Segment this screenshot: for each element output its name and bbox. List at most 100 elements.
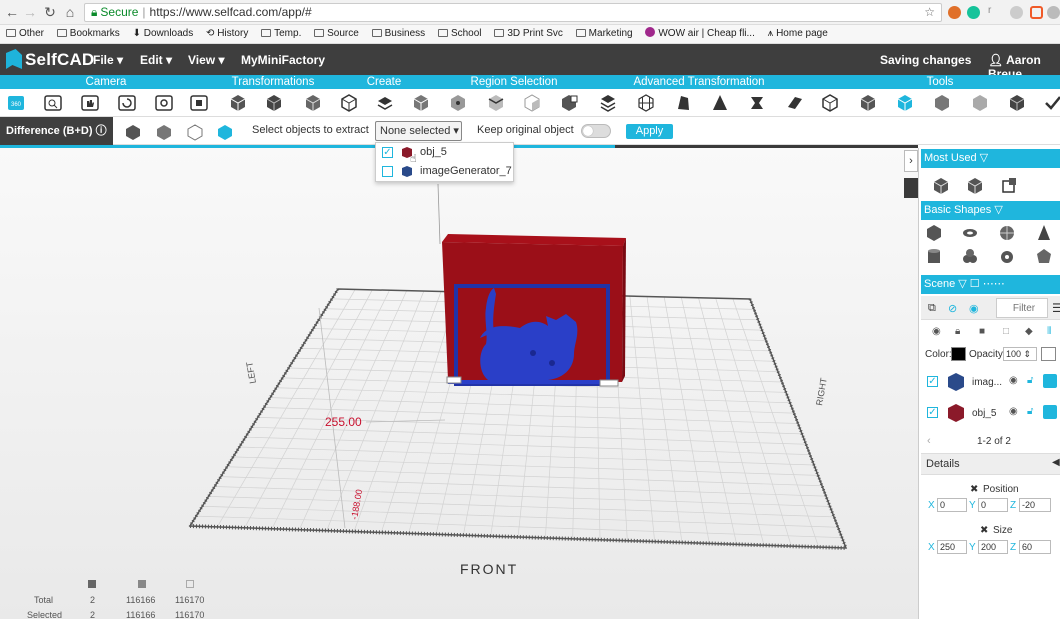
cast-icon[interactable] bbox=[1030, 6, 1043, 19]
camera-focus-icon[interactable] bbox=[154, 93, 174, 113]
square-icon[interactable]: ☐ bbox=[970, 278, 980, 290]
menu-myminifactory[interactable]: MyMiniFactory bbox=[241, 53, 325, 67]
region-select-object-icon[interactable] bbox=[559, 93, 579, 113]
create-extrude-icon[interactable] bbox=[375, 93, 395, 113]
scene-filter-input[interactable] bbox=[996, 298, 1048, 318]
menu-file[interactable]: File ▾ bbox=[93, 53, 123, 67]
star-icon[interactable]: ☆ bbox=[924, 4, 935, 21]
chrome-ext-icon[interactable] bbox=[948, 6, 961, 19]
corner-handle-left[interactable] bbox=[446, 376, 462, 384]
basic-shapes-header[interactable]: Basic Shapes ▽ bbox=[921, 201, 1060, 220]
region-select-edge-icon[interactable] bbox=[486, 93, 506, 113]
most-used-scale-icon[interactable] bbox=[1000, 177, 1018, 195]
region-select-face-icon[interactable] bbox=[522, 93, 542, 113]
tools-subtract-icon[interactable] bbox=[858, 93, 878, 113]
category-advanced-transformation[interactable]: Advanced Transformation bbox=[626, 75, 772, 89]
sidebar-collapse-button[interactable]: › bbox=[904, 150, 918, 172]
shape-torus-icon[interactable] bbox=[961, 224, 979, 242]
tools-intersect-icon[interactable] bbox=[932, 93, 952, 113]
object-lock-icon[interactable]: 🔓︎ bbox=[1027, 375, 1033, 386]
transform-move-icon[interactable] bbox=[228, 93, 248, 113]
color-swatch[interactable] bbox=[951, 347, 966, 361]
object-name-imagegen[interactable]: imag... bbox=[972, 377, 1002, 388]
shape-spheres-icon[interactable] bbox=[961, 248, 979, 266]
show-all-icon[interactable]: ◉ bbox=[969, 302, 979, 315]
bookmark-3d-print-svc[interactable]: 3D Print Svc bbox=[494, 25, 563, 43]
camera-pan-icon[interactable] bbox=[80, 93, 100, 113]
bookmark-source[interactable]: Source bbox=[314, 25, 359, 43]
region-select-vertex-icon[interactable] bbox=[448, 93, 468, 113]
size-x-input[interactable]: 250 bbox=[937, 540, 967, 554]
shape-gear-icon[interactable] bbox=[998, 248, 1016, 266]
camera-zoom-icon[interactable] bbox=[43, 93, 63, 113]
menu-lines-icon[interactable]: ☰ bbox=[1052, 301, 1060, 315]
selfcad-logo[interactable]: SelfCAD bbox=[6, 49, 94, 70]
position-x-input[interactable]: 0 bbox=[937, 498, 967, 512]
scene-header[interactable]: Scene ▽ ☐ ⋯⋯ bbox=[921, 275, 1060, 294]
shape-sphere-icon[interactable] bbox=[998, 224, 1016, 242]
advanced-taper-icon[interactable] bbox=[673, 93, 693, 113]
shape-cylinder-icon[interactable] bbox=[925, 248, 943, 266]
lock-column-icon[interactable]: 🔒︎ bbox=[955, 326, 960, 337]
bookmark-other[interactable]: Other bbox=[6, 25, 44, 43]
r-ext-icon[interactable]: r bbox=[988, 5, 996, 18]
bookmark-school[interactable]: School bbox=[437, 25, 482, 43]
position-y-input[interactable]: 0 bbox=[978, 498, 1008, 512]
info-icon[interactable]: ⓘ bbox=[96, 125, 107, 137]
shape-cube-icon[interactable] bbox=[925, 224, 943, 242]
most-used-move-icon[interactable] bbox=[966, 177, 984, 195]
transform-scale-icon[interactable] bbox=[264, 93, 284, 113]
size-y-input[interactable]: 200 bbox=[978, 540, 1008, 554]
camera-fit-icon[interactable] bbox=[189, 93, 209, 113]
home-icon[interactable]: ⌂ bbox=[62, 4, 78, 20]
boolean-mode-1-icon[interactable] bbox=[124, 123, 142, 141]
group-objects-icon[interactable]: ⧉ bbox=[928, 302, 936, 315]
back-arrow-icon[interactable]: ← bbox=[4, 4, 20, 20]
advanced-bend-icon[interactable] bbox=[785, 93, 805, 113]
image-generator-base[interactable] bbox=[448, 380, 618, 384]
reload-icon[interactable]: ↻ bbox=[42, 4, 58, 20]
advanced-cone-icon[interactable] bbox=[710, 93, 730, 113]
bookmark-temp[interactable]: Temp. bbox=[261, 25, 301, 43]
object-visibility-icon[interactable]: ◉ bbox=[1009, 406, 1018, 417]
object-checkbox-obj5[interactable]: ✓ bbox=[927, 407, 938, 418]
most-used-cube-icon[interactable] bbox=[932, 177, 950, 195]
bookmark-wow-air[interactable]: WOW air | Cheap fli... bbox=[645, 25, 755, 43]
transform-rotate-icon[interactable] bbox=[303, 93, 323, 113]
bookmark-history[interactable]: ⟲ History bbox=[206, 25, 248, 43]
forward-arrow-icon[interactable]: → bbox=[22, 4, 38, 20]
grammarly-icon[interactable] bbox=[967, 6, 980, 19]
category-tools[interactable]: Tools bbox=[910, 75, 970, 89]
wire-column-icon[interactable]: □ bbox=[1003, 326, 1009, 337]
advanced-stack-icon[interactable] bbox=[598, 93, 618, 113]
columns-column-icon[interactable]: ⦀ bbox=[1047, 326, 1051, 337]
category-transformations[interactable]: Transformations bbox=[220, 75, 326, 89]
cloud-ext-icon[interactable] bbox=[1010, 6, 1023, 19]
pager-prev-icon[interactable]: ‹ bbox=[927, 435, 931, 447]
bookmark-home-page[interactable]: ⩚ Home page bbox=[768, 25, 828, 43]
objects-dropdown[interactable]: None selected ▾ bbox=[375, 121, 462, 141]
object-checkbox-imagegen[interactable]: ✓ bbox=[927, 376, 938, 387]
bookmark-business[interactable]: Business bbox=[371, 25, 425, 43]
menu-edit[interactable]: Edit ▾ bbox=[140, 53, 172, 67]
address-bar[interactable]: 🔒︎ Secure | https://www.selfcad.com/app/# ☆ bbox=[84, 3, 942, 22]
category-region-selection[interactable]: Region Selection bbox=[462, 75, 566, 89]
bookmark-downloads[interactable]: ⬇ Downloads bbox=[133, 25, 194, 43]
tools-check-icon[interactable] bbox=[1043, 93, 1060, 113]
solid-column-icon[interactable]: ■ bbox=[979, 326, 985, 337]
object-solid-icon[interactable] bbox=[1043, 405, 1057, 419]
material-column-icon[interactable]: ◆ bbox=[1025, 326, 1033, 337]
boolean-mode-2-icon[interactable] bbox=[155, 123, 173, 141]
visibility-column-icon[interactable]: ◉ bbox=[932, 326, 941, 337]
advanced-subdivide-icon[interactable] bbox=[636, 93, 656, 113]
corner-handle-right[interactable] bbox=[599, 379, 619, 387]
checkbox-obj5[interactable]: ✓ bbox=[382, 147, 393, 158]
opacity-input[interactable]: 100 ⇕ bbox=[1003, 347, 1037, 361]
size-z-input[interactable]: 60 bbox=[1019, 540, 1051, 554]
tools-difference-icon[interactable] bbox=[895, 93, 915, 113]
checkbox-imagegenerator7[interactable] bbox=[382, 166, 393, 177]
3d-viewport[interactable]: 255.00 -188.00 LEFT RIGHT FRONT Total 2 … bbox=[0, 148, 918, 619]
create-cube-icon[interactable] bbox=[339, 93, 359, 113]
boolean-mode-3-icon[interactable] bbox=[186, 123, 204, 141]
menu-view[interactable]: View ▾ bbox=[188, 53, 225, 67]
